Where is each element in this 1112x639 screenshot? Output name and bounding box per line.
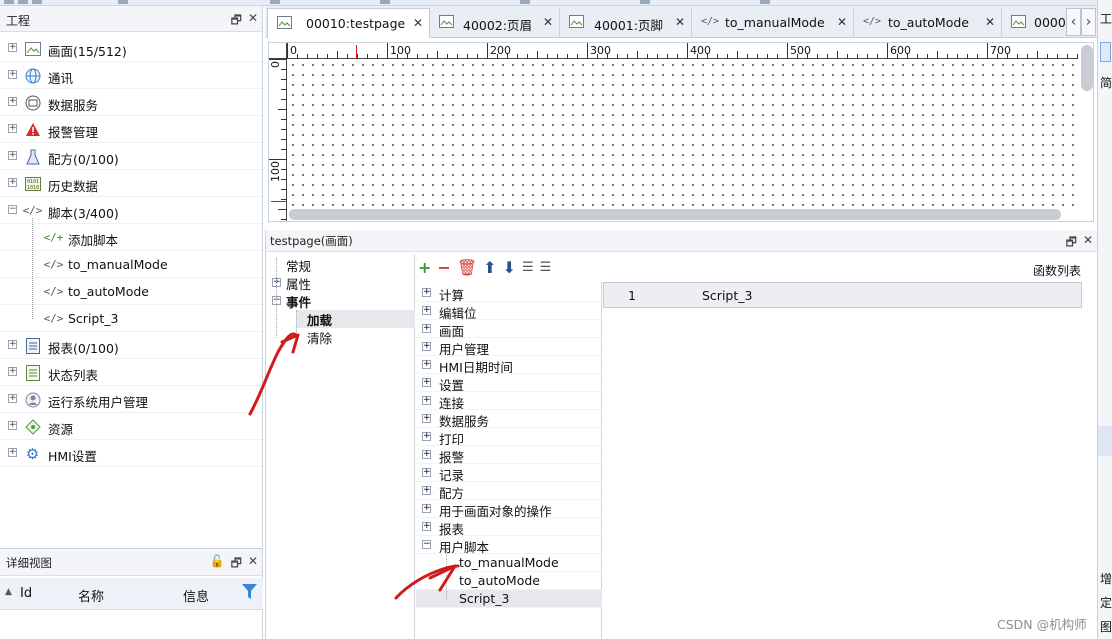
annotation-arrows — [248, 332, 460, 600]
annotation-arrow-load-event — [248, 332, 299, 416]
watermark: CSDN @机构师 — [997, 617, 1087, 632]
annotation-arrow-script — [394, 564, 460, 600]
